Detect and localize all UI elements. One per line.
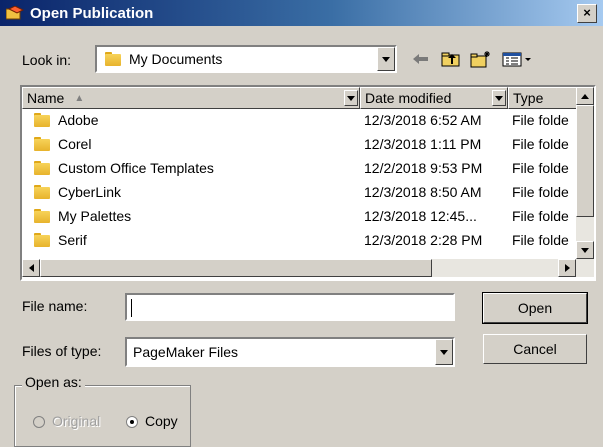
file-date: 12/3/2018 1:11 PM xyxy=(364,136,482,152)
list-item[interactable]: Adobe 12/3/2018 6:52 AM File folde xyxy=(22,109,578,133)
close-button[interactable]: × xyxy=(577,4,597,23)
close-icon: × xyxy=(583,5,591,20)
file-type-label: Files of type: xyxy=(22,343,102,359)
file-date: 12/3/2018 8:50 AM xyxy=(364,184,482,200)
text-caret xyxy=(131,299,132,317)
open-button[interactable]: Open xyxy=(482,292,588,324)
file-type: File folde xyxy=(512,208,569,224)
new-folder-button[interactable] xyxy=(470,49,492,69)
file-name: Custom Office Templates xyxy=(58,160,214,176)
chevron-down-icon xyxy=(382,56,390,62)
horizontal-scrollbar[interactable] xyxy=(22,259,594,277)
file-type-value: PageMaker Files xyxy=(133,344,239,360)
list-item[interactable]: My Palettes 12/3/2018 12:45... File fold… xyxy=(22,205,578,229)
sort-ascending-icon: ▲ xyxy=(74,92,85,104)
scroll-up-button[interactable] xyxy=(576,87,594,105)
chevron-down-icon xyxy=(440,349,448,355)
look-in-dropdown-button[interactable] xyxy=(377,47,395,71)
list-item[interactable]: Serif 12/3/2018 2:28 PM File folde xyxy=(22,229,578,253)
cancel-button[interactable]: Cancel xyxy=(483,334,587,364)
file-list[interactable]: Name ▲ Date modified Type Adobe 12/3/201… xyxy=(20,85,596,281)
column-header-date[interactable]: Date modified xyxy=(360,87,508,109)
folder-icon xyxy=(34,209,50,223)
folder-icon xyxy=(105,52,121,66)
file-type: File folde xyxy=(512,160,569,176)
file-rows: Adobe 12/3/2018 6:52 AM File folde Corel… xyxy=(22,109,578,253)
view-menu-button[interactable] xyxy=(500,49,534,69)
column-header-name-label: Name xyxy=(27,90,65,106)
list-item[interactable]: Corel 12/3/2018 1:11 PM File folde xyxy=(22,133,578,157)
file-type: File folde xyxy=(512,184,569,200)
file-name: Serif xyxy=(58,232,87,248)
vertical-scrollbar[interactable] xyxy=(576,87,594,259)
vertical-scroll-thumb[interactable] xyxy=(576,105,594,217)
original-radio-label: Original xyxy=(52,413,101,429)
file-type: File folde xyxy=(512,136,569,152)
file-type-dropdown[interactable]: PageMaker Files xyxy=(125,337,455,367)
file-name-input[interactable] xyxy=(125,293,455,321)
column-header-type[interactable]: Type xyxy=(508,87,578,109)
column-filter-button[interactable] xyxy=(344,90,358,106)
open-button-label: Open xyxy=(517,300,553,316)
file-name: My Palettes xyxy=(58,208,132,224)
look-in-label: Look in: xyxy=(22,52,72,68)
views-menu-icon xyxy=(502,52,531,67)
column-header-date-label: Date modified xyxy=(365,90,452,106)
look-in-value: My Documents xyxy=(129,51,223,67)
folder-icon xyxy=(34,161,50,175)
file-name-label: File name: xyxy=(22,298,88,314)
column-header-name[interactable]: Name ▲ xyxy=(22,87,360,109)
list-item[interactable]: CyberLink 12/3/2018 8:50 AM File folde xyxy=(22,181,578,205)
file-type: File folde xyxy=(512,232,569,248)
column-header-type-label: Type xyxy=(513,90,544,106)
copy-radio[interactable] xyxy=(126,416,138,428)
file-date: 12/3/2018 12:45... xyxy=(364,208,477,224)
list-item[interactable]: Custom Office Templates 12/2/2018 9:53 P… xyxy=(22,157,578,181)
radio-selected-dot xyxy=(130,420,134,424)
file-name: CyberLink xyxy=(58,184,122,200)
open-as-label: Open as: xyxy=(22,374,85,390)
file-type: File folde xyxy=(512,112,569,128)
folder-icon xyxy=(34,113,50,127)
horizontal-scroll-thumb[interactable] xyxy=(40,259,432,277)
cancel-button-label: Cancel xyxy=(513,341,557,357)
title-bar[interactable]: Open Publication × xyxy=(0,0,603,26)
back-arrow-icon xyxy=(413,54,428,64)
back-button[interactable] xyxy=(410,49,432,69)
up-one-level-button[interactable] xyxy=(440,49,462,69)
chevron-up-icon xyxy=(581,93,589,99)
chevron-down-icon xyxy=(495,95,503,101)
file-date: 12/3/2018 2:28 PM xyxy=(364,232,483,248)
file-name: Adobe xyxy=(58,112,99,128)
file-name: Corel xyxy=(58,136,92,152)
publication-icon xyxy=(5,5,25,20)
file-type-dropdown-button[interactable] xyxy=(435,339,453,365)
original-radio[interactable] xyxy=(33,416,45,428)
look-in-dropdown[interactable]: My Documents xyxy=(95,45,397,73)
chevron-right-icon xyxy=(564,264,570,272)
folder-icon xyxy=(34,185,50,199)
scroll-right-button[interactable] xyxy=(558,259,576,277)
column-filter-button[interactable] xyxy=(492,90,506,106)
copy-radio-label: Copy xyxy=(145,413,178,429)
window-title: Open Publication xyxy=(30,4,154,22)
chevron-down-icon xyxy=(347,95,355,101)
chevron-down-icon xyxy=(581,247,589,253)
folder-icon xyxy=(34,137,50,151)
new-folder-icon xyxy=(470,51,490,68)
up-folder-icon xyxy=(441,52,460,67)
file-date: 12/2/2018 9:53 PM xyxy=(364,160,483,176)
chevron-left-icon xyxy=(28,264,34,272)
scroll-down-button[interactable] xyxy=(576,241,594,259)
scroll-left-button[interactable] xyxy=(22,259,40,277)
folder-icon xyxy=(34,233,50,247)
file-date: 12/3/2018 6:52 AM xyxy=(364,112,482,128)
